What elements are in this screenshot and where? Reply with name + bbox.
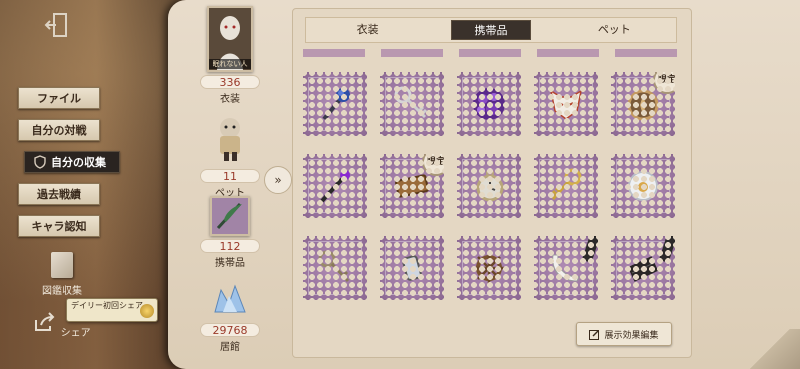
book-icon	[51, 252, 73, 278]
daily-share-tooltip: デイリー初回シェア	[66, 298, 158, 322]
item-slot[interactable]	[303, 236, 367, 300]
item-slot[interactable]	[534, 72, 598, 136]
expand-arrow-button[interactable]: »	[264, 166, 292, 194]
exit-door-icon	[44, 13, 67, 37]
ship-wheel-icon	[473, 252, 505, 284]
limited-badge: 限定	[422, 148, 450, 176]
stamp-partial	[381, 49, 443, 57]
stat-costume[interactable]: 眠れない人 336 衣装	[190, 6, 270, 105]
share-label: シェア	[60, 328, 91, 339]
tab-accessory[interactable]: 携帯品	[450, 20, 531, 40]
stamp-partial	[459, 49, 521, 57]
black-fan-icon	[627, 256, 659, 282]
item-slot[interactable]	[303, 72, 367, 136]
purple-bubbles-icon	[473, 88, 505, 120]
residence-count: 29768	[200, 323, 260, 337]
item-slot[interactable]: 限定	[611, 66, 681, 136]
pocket-watch-icon	[476, 169, 504, 202]
item-slot[interactable]	[457, 236, 521, 300]
menu-item-past-records[interactable]: 過去戦績	[18, 183, 100, 205]
violet-staff-icon	[320, 170, 350, 203]
exit-button[interactable]	[40, 10, 74, 40]
black-tag-icon	[658, 233, 678, 263]
stamp-partial	[303, 49, 365, 57]
costume-portrait: 眠れない人	[207, 6, 253, 72]
stamp-partial	[615, 49, 677, 57]
item-slot[interactable]	[534, 233, 601, 300]
edit-icon	[589, 329, 600, 340]
residence-label: 居館	[220, 342, 240, 353]
costume-label: 衣装	[220, 94, 240, 105]
daily-tip-text: デイリー初回シェア	[71, 301, 143, 310]
white-scarf-icon	[552, 254, 580, 282]
stat-pet[interactable]: 11 ペット	[190, 114, 270, 199]
edit-display-effect-label: 展示効果編集	[604, 330, 659, 341]
item-slot[interactable]: 限定	[380, 148, 450, 218]
share-icon	[35, 312, 55, 331]
menu-item-label: 自分の収集	[51, 156, 106, 169]
crystal-residence-icon	[214, 284, 246, 313]
lantern-icon	[402, 251, 422, 281]
gold-key-icon	[551, 168, 582, 200]
black-tag-icon	[581, 233, 601, 263]
item-slot[interactable]	[611, 233, 678, 300]
item-slot[interactable]	[457, 72, 521, 136]
shield-icon	[34, 155, 46, 169]
ornate-key-icon	[318, 250, 350, 283]
portrait-caption: 眠れない人	[209, 59, 251, 69]
item-slot[interactable]	[303, 154, 367, 218]
item-slot[interactable]	[380, 236, 444, 300]
category-tabs: 衣装 携帯品 ペット	[305, 17, 677, 43]
silver-key-icon	[394, 86, 428, 119]
stat-residence[interactable]: 29768 居館	[190, 282, 270, 353]
edit-display-effect-button[interactable]: 展示効果編集	[576, 322, 672, 346]
green-quill-icon	[216, 202, 242, 230]
menu-item-my-matches[interactable]: 自分の対戦	[18, 119, 100, 141]
page-curl	[740, 329, 800, 369]
reward-coin-icon	[140, 304, 154, 318]
costume-count: 336	[200, 75, 260, 89]
accessory-label: 携帯品	[215, 258, 245, 269]
item-grid: 限定 限定	[303, 66, 683, 300]
double-chevron-right-icon: »	[274, 173, 282, 187]
tab-costume[interactable]: 衣装	[328, 20, 408, 40]
item-slot[interactable]	[611, 154, 675, 218]
blue-rose-scepter-icon	[322, 88, 350, 121]
fox-mask-icon	[549, 89, 583, 120]
item-slot[interactable]	[457, 154, 521, 218]
accessory-count: 112	[200, 239, 260, 253]
item-slot[interactable]	[380, 72, 444, 136]
pet-count: 11	[200, 169, 260, 183]
side-menu: ファイル 自分の対戦 自分の収集 過去戦績 キャラ認知	[18, 87, 138, 247]
crystal-orb-icon	[628, 171, 658, 201]
tab-pet[interactable]: ペット	[574, 20, 654, 40]
encyclopedia-button[interactable]: 図鑑収集	[32, 252, 92, 297]
menu-item-my-collection[interactable]: 自分の収集	[24, 151, 120, 173]
encyclopedia-label: 図鑑収集	[42, 286, 82, 297]
scrolled-row-partial	[303, 49, 683, 57]
menu-item-file[interactable]: ファイル	[18, 87, 100, 109]
stat-accessory[interactable]: 112 携帯品	[190, 196, 270, 269]
menu-item-character-recognition[interactable]: キャラ認知	[18, 215, 100, 237]
item-slot[interactable]	[534, 154, 598, 218]
stamp-partial	[537, 49, 599, 57]
pet-icon	[220, 118, 240, 161]
accessory-thumb	[210, 196, 250, 236]
